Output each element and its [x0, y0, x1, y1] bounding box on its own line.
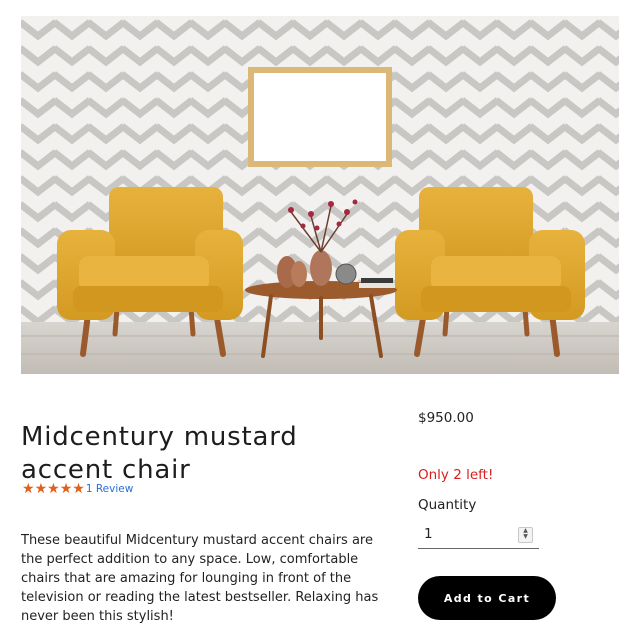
star-icon: ★ [22, 481, 35, 497]
star-icon: ★ [34, 481, 48, 497]
star-icon: ★ [59, 481, 73, 497]
quantity-stepper[interactable]: ▲ ▼ [518, 527, 533, 543]
stock-notice: Only 2 left! [418, 467, 494, 483]
rating-stars: ★ ★ ★ ★ ★ [22, 482, 85, 496]
product-description: These beautiful Midcentury mustard accen… [21, 533, 379, 624]
reviews-link[interactable]: 1 Review [86, 483, 133, 495]
product-title: Midcentury mustard accent chair [21, 422, 298, 486]
product-rating: ★ ★ ★ ★ ★ 1 Review [22, 482, 133, 496]
stepper-down-icon[interactable]: ▼ [519, 534, 532, 540]
quantity-input[interactable]: 1 ▲ ▼ [418, 523, 539, 549]
add-to-cart-button[interactable]: Add to Cart [418, 576, 556, 620]
quantity-value[interactable]: 1 [424, 526, 433, 542]
star-icon: ★ [47, 481, 60, 497]
product-price: $950.00 [418, 410, 474, 426]
quantity-label: Quantity [418, 497, 477, 513]
product-image [21, 16, 619, 374]
star-icon: ★ [72, 481, 85, 497]
